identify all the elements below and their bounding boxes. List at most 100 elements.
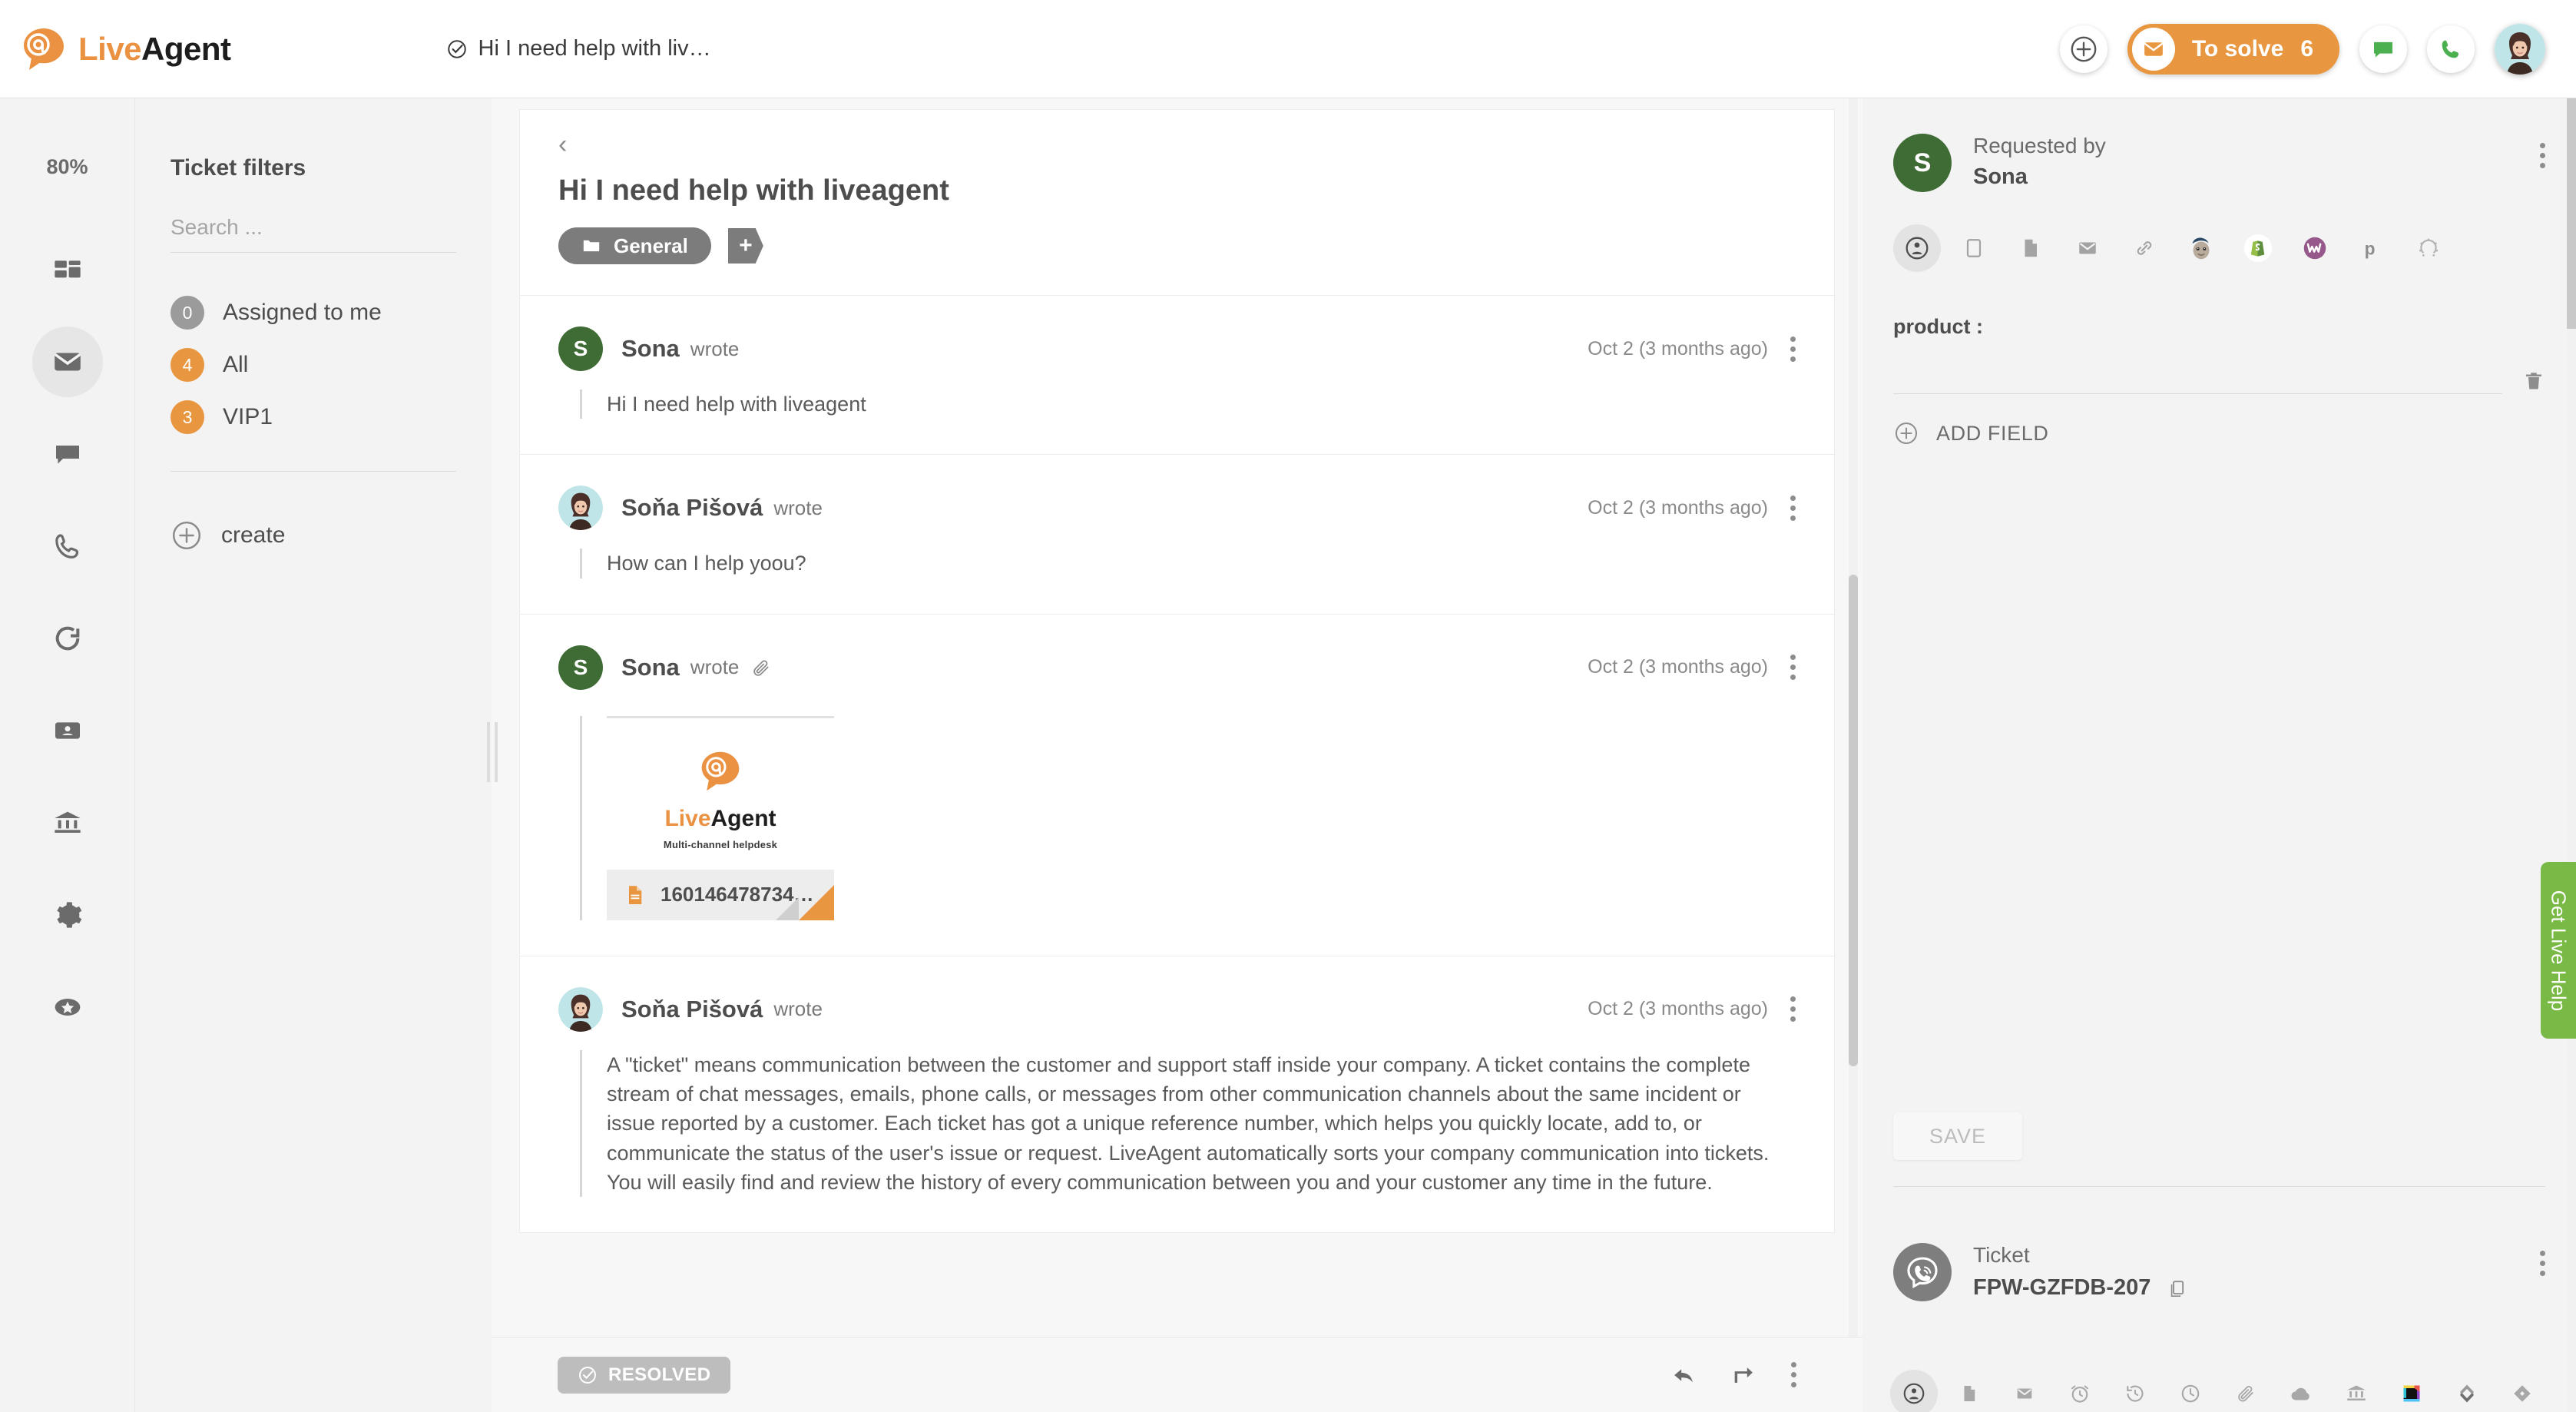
envelope-badge	[2132, 28, 2175, 71]
document-icon[interactable]	[1945, 1370, 1993, 1412]
filters-divider	[171, 471, 456, 472]
ticket-label: Ticket	[1973, 1243, 2187, 1268]
right-panel-scrollbar[interactable]	[2567, 98, 2576, 1412]
filter-item-assigned-to-me[interactable]: 0 Assigned to me	[171, 296, 456, 330]
trash-icon[interactable]	[2522, 368, 2545, 394]
kebab-menu-icon[interactable]	[1790, 496, 1796, 521]
app-logo[interactable]: LiveAgent	[20, 25, 231, 73]
filter-count-badge: 4	[171, 348, 204, 382]
alarm-clock-icon[interactable]	[2056, 1370, 2104, 1412]
logo-agent-text: Agent	[141, 31, 231, 67]
message-author: Sona	[621, 335, 680, 363]
rail-item-chats[interactable]	[32, 419, 103, 489]
filter-search-input[interactable]	[171, 215, 456, 240]
integration-icon-row: p	[1893, 224, 2545, 272]
kebab-menu-icon[interactable]	[1790, 1362, 1796, 1387]
filter-count-badge: 0	[171, 296, 204, 330]
cloud-icon[interactable]	[2277, 1370, 2325, 1412]
device-icon[interactable]	[1950, 224, 1998, 272]
rail-item-badges[interactable]	[32, 972, 103, 1042]
requester-block: S Requested by Sona	[1893, 98, 2545, 192]
copy-icon[interactable]	[2166, 1278, 2187, 1299]
app-color-icon[interactable]	[2388, 1370, 2435, 1412]
avatar: S	[558, 645, 603, 690]
get-live-help-tab[interactable]: Get Live Help	[2541, 862, 2576, 1039]
create-filter-button[interactable]: create	[171, 519, 456, 552]
rail-item-sync[interactable]	[32, 603, 103, 674]
add-field-label: ADD FIELD	[1936, 422, 2048, 446]
rail-item-settings[interactable]	[32, 880, 103, 950]
ornament-icon[interactable]	[2405, 224, 2452, 272]
avatar	[558, 486, 603, 530]
envelope-icon[interactable]	[2064, 224, 2111, 272]
history-icon[interactable]	[2111, 1370, 2159, 1412]
envelope-icon	[2142, 38, 2165, 61]
chevron-left-icon[interactable]: ‹	[558, 131, 1796, 157]
add-field-button[interactable]: ADD FIELD	[1893, 420, 2545, 446]
card-corner-fold	[799, 885, 834, 920]
filter-label: VIP1	[223, 404, 273, 430]
status-badge[interactable]: RESOLVED	[558, 1357, 730, 1394]
logo-live-text: Live	[664, 806, 710, 831]
shopify-icon[interactable]	[2234, 224, 2282, 272]
save-button[interactable]: SAVE	[1893, 1112, 2022, 1160]
filter-item-vip1[interactable]: 3 VIP1	[171, 400, 456, 434]
message-author: Soňa Pišová	[621, 996, 763, 1023]
kebab-menu-icon[interactable]	[1790, 336, 1796, 362]
envelope-icon[interactable]	[2001, 1370, 2048, 1412]
ticket-department-tag[interactable]: General	[558, 227, 711, 264]
clock-icon[interactable]	[2167, 1370, 2214, 1412]
paperclip-icon	[751, 658, 771, 678]
document-icon[interactable]	[2007, 224, 2055, 272]
logo-tagline: Multi-channel helpdesk	[664, 838, 777, 852]
custom-field-input[interactable]	[1893, 359, 2502, 394]
bank-icon[interactable]	[2333, 1370, 2380, 1412]
user-avatar[interactable]	[2495, 24, 2545, 75]
chat-status-button[interactable]	[2359, 25, 2407, 73]
woocommerce-icon[interactable]	[2291, 224, 2339, 272]
message-verb: wrote	[773, 997, 823, 1021]
add-new-button[interactable]	[2060, 25, 2107, 73]
paperclip-icon[interactable]	[2222, 1370, 2270, 1412]
message-thread: S Sona wrote Oct 2 (3 months ago) Hi I n…	[519, 295, 1835, 1233]
rail-item-reports[interactable]	[32, 787, 103, 858]
link-icon[interactable]	[2121, 224, 2168, 272]
rail-item-tickets[interactable]	[32, 326, 103, 397]
check-circle-icon	[578, 1365, 598, 1385]
updown-chevrons-icon[interactable]	[2443, 1370, 2491, 1412]
person-icon[interactable]	[1893, 224, 1941, 272]
svg-text:p: p	[2365, 239, 2376, 259]
rail-item-calls[interactable]	[32, 511, 103, 582]
rail-item-contacts[interactable]	[32, 695, 103, 766]
pipedrive-icon[interactable]: p	[2348, 224, 2396, 272]
person-icon[interactable]	[1890, 1370, 1938, 1412]
add-tag-button[interactable]: +	[728, 228, 763, 264]
to-solve-button[interactable]: To solve 6	[2127, 24, 2339, 75]
filter-item-all[interactable]: 4 All	[171, 348, 456, 382]
logo-agent-text: Agent	[711, 806, 776, 831]
ticket-header: ‹ Hi I need help with liveagent General …	[519, 109, 1835, 295]
forward-icon[interactable]	[1730, 1362, 1757, 1388]
rail-item-dashboard[interactable]	[32, 234, 103, 305]
phone-status-button[interactable]	[2427, 25, 2475, 73]
embedded-signature-logo: LiveAgent Multi-channel helpdesk	[607, 716, 834, 853]
attachment-card[interactable]: 160146478734…	[607, 870, 834, 920]
reply-icon[interactable]	[1670, 1362, 1697, 1388]
requested-by-label: Requested by	[1973, 134, 2106, 158]
kebab-menu-icon[interactable]	[2539, 1243, 2545, 1276]
kebab-menu-icon[interactable]	[1790, 996, 1796, 1022]
avatar: S	[1893, 134, 1952, 192]
diamond-icon[interactable]	[2498, 1370, 2546, 1412]
kebab-menu-icon[interactable]	[1790, 655, 1796, 680]
conversation-scrollbar[interactable]	[1849, 98, 1858, 1412]
scrollbar-thumb[interactable]	[2567, 98, 2576, 329]
mailchimp-icon[interactable]	[2177, 224, 2225, 272]
kebab-menu-icon[interactable]	[2539, 134, 2545, 168]
scrollbar-thumb[interactable]	[1849, 575, 1858, 1066]
message-author: Sona	[621, 654, 680, 681]
tab-active-ticket[interactable]: Hi I need help with liv…	[446, 36, 711, 61]
message-item: S Sona wrote Oct 2 (3 months ago)	[520, 614, 1834, 956]
panel-resize-handle[interactable]	[487, 722, 499, 782]
filters-title: Ticket filters	[171, 155, 456, 181]
phone-icon	[2439, 37, 2463, 61]
